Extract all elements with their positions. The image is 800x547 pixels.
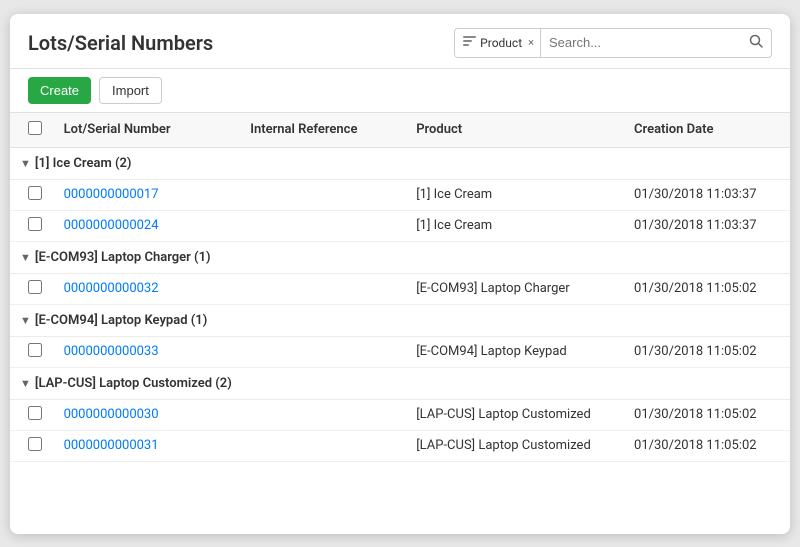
row-checkbox[interactable] xyxy=(28,217,42,231)
table-header-row: Lot/Serial Number Internal Reference Pro… xyxy=(10,113,790,148)
lot-link[interactable]: 0000000000017 xyxy=(64,187,159,202)
footer-space xyxy=(10,462,790,522)
lot-link[interactable]: 0000000000024 xyxy=(64,218,159,233)
group-arrow: ▼ xyxy=(20,314,31,327)
internal-ref-header: Internal Reference xyxy=(240,113,406,148)
internal-ref-cell xyxy=(240,399,406,430)
row-checkbox[interactable] xyxy=(28,437,42,451)
internal-ref-cell xyxy=(240,273,406,304)
creation-date-cell: 01/30/2018 11:05:02 xyxy=(624,399,790,430)
creation-date-cell: 01/30/2018 11:05:02 xyxy=(624,430,790,461)
import-button[interactable]: Import xyxy=(99,77,162,104)
page-title: Lots/Serial Numbers xyxy=(28,31,213,55)
lots-table: Lot/Serial Number Internal Reference Pro… xyxy=(10,113,790,462)
table-row: 0000000000024 [1] Ice Cream 01/30/2018 1… xyxy=(10,210,790,241)
product-cell: [1] Ice Cream xyxy=(406,179,624,210)
row-checkbox-cell xyxy=(10,430,54,461)
internal-ref-cell xyxy=(240,336,406,367)
create-button[interactable]: Create xyxy=(28,77,91,104)
lot-cell: 0000000000017 xyxy=(54,179,241,210)
table-row: 0000000000031 [LAP-CUS] Laptop Customize… xyxy=(10,430,790,461)
filter-tag: Product × xyxy=(455,29,541,57)
row-checkbox-cell xyxy=(10,399,54,430)
table-row: 0000000000030 [LAP-CUS] Laptop Customize… xyxy=(10,399,790,430)
filter-tag-label: Product xyxy=(480,36,522,50)
internal-ref-cell xyxy=(240,430,406,461)
group-row[interactable]: ▼ [E-COM93] Laptop Charger (1) xyxy=(10,241,790,273)
lot-cell: 0000000000031 xyxy=(54,430,241,461)
row-checkbox[interactable] xyxy=(28,343,42,357)
creation-date-header: Creation Date xyxy=(624,113,790,148)
search-button[interactable] xyxy=(741,29,771,57)
row-checkbox[interactable] xyxy=(28,186,42,200)
row-checkbox[interactable] xyxy=(28,280,42,294)
group-arrow: ▼ xyxy=(20,157,31,170)
group-label: [E-COM93] Laptop Charger (1) xyxy=(35,250,211,265)
creation-date-cell: 01/30/2018 11:05:02 xyxy=(624,273,790,304)
select-all-header xyxy=(10,113,54,148)
toolbar: Create Import xyxy=(10,69,790,113)
product-cell: [E-COM94] Laptop Keypad xyxy=(406,336,624,367)
lot-link[interactable]: 0000000000030 xyxy=(64,407,159,422)
product-header: Product xyxy=(406,113,624,148)
list-filter-icon xyxy=(463,36,476,50)
lot-link[interactable]: 0000000000031 xyxy=(64,438,159,453)
search-bar: Product × xyxy=(454,28,772,58)
group-label: [1] Ice Cream (2) xyxy=(35,156,132,171)
search-input[interactable] xyxy=(541,29,741,57)
lot-cell: 0000000000032 xyxy=(54,273,241,304)
lot-cell: 0000000000024 xyxy=(54,210,241,241)
product-cell: [LAP-CUS] Laptop Customized xyxy=(406,430,624,461)
lot-cell: 0000000000030 xyxy=(54,399,241,430)
main-window: Lots/Serial Numbers Product × xyxy=(10,14,790,534)
table-row: 0000000000017 [1] Ice Cream 01/30/2018 1… xyxy=(10,179,790,210)
group-row[interactable]: ▼ [E-COM94] Laptop Keypad (1) xyxy=(10,304,790,336)
product-cell: [LAP-CUS] Laptop Customized xyxy=(406,399,624,430)
table-row: 0000000000032 [E-COM93] Laptop Charger 0… xyxy=(10,273,790,304)
product-cell: [1] Ice Cream xyxy=(406,210,624,241)
header: Lots/Serial Numbers Product × xyxy=(10,14,790,69)
creation-date-cell: 01/30/2018 11:03:37 xyxy=(624,210,790,241)
internal-ref-cell xyxy=(240,210,406,241)
group-label: [E-COM94] Laptop Keypad (1) xyxy=(35,313,207,328)
lot-serial-header: Lot/Serial Number xyxy=(54,113,241,148)
row-checkbox-cell xyxy=(10,336,54,367)
row-checkbox-cell xyxy=(10,179,54,210)
lot-link[interactable]: 0000000000032 xyxy=(64,281,159,296)
internal-ref-cell xyxy=(240,179,406,210)
lot-link[interactable]: 0000000000033 xyxy=(64,344,159,359)
creation-date-cell: 01/30/2018 11:05:02 xyxy=(624,336,790,367)
filter-remove-button[interactable]: × xyxy=(528,36,534,49)
select-all-checkbox[interactable] xyxy=(28,121,42,135)
group-row[interactable]: ▼ [LAP-CUS] Laptop Customized (2) xyxy=(10,367,790,399)
row-checkbox-cell xyxy=(10,273,54,304)
table-area: Lot/Serial Number Internal Reference Pro… xyxy=(10,113,790,522)
table-row: 0000000000033 [E-COM94] Laptop Keypad 01… xyxy=(10,336,790,367)
group-row[interactable]: ▼ [1] Ice Cream (2) xyxy=(10,147,790,179)
group-label: [LAP-CUS] Laptop Customized (2) xyxy=(35,376,232,391)
group-arrow: ▼ xyxy=(20,251,31,264)
group-arrow: ▼ xyxy=(20,377,31,390)
row-checkbox[interactable] xyxy=(28,406,42,420)
product-cell: [E-COM93] Laptop Charger xyxy=(406,273,624,304)
creation-date-cell: 01/30/2018 11:03:37 xyxy=(624,179,790,210)
lot-cell: 0000000000033 xyxy=(54,336,241,367)
row-checkbox-cell xyxy=(10,210,54,241)
